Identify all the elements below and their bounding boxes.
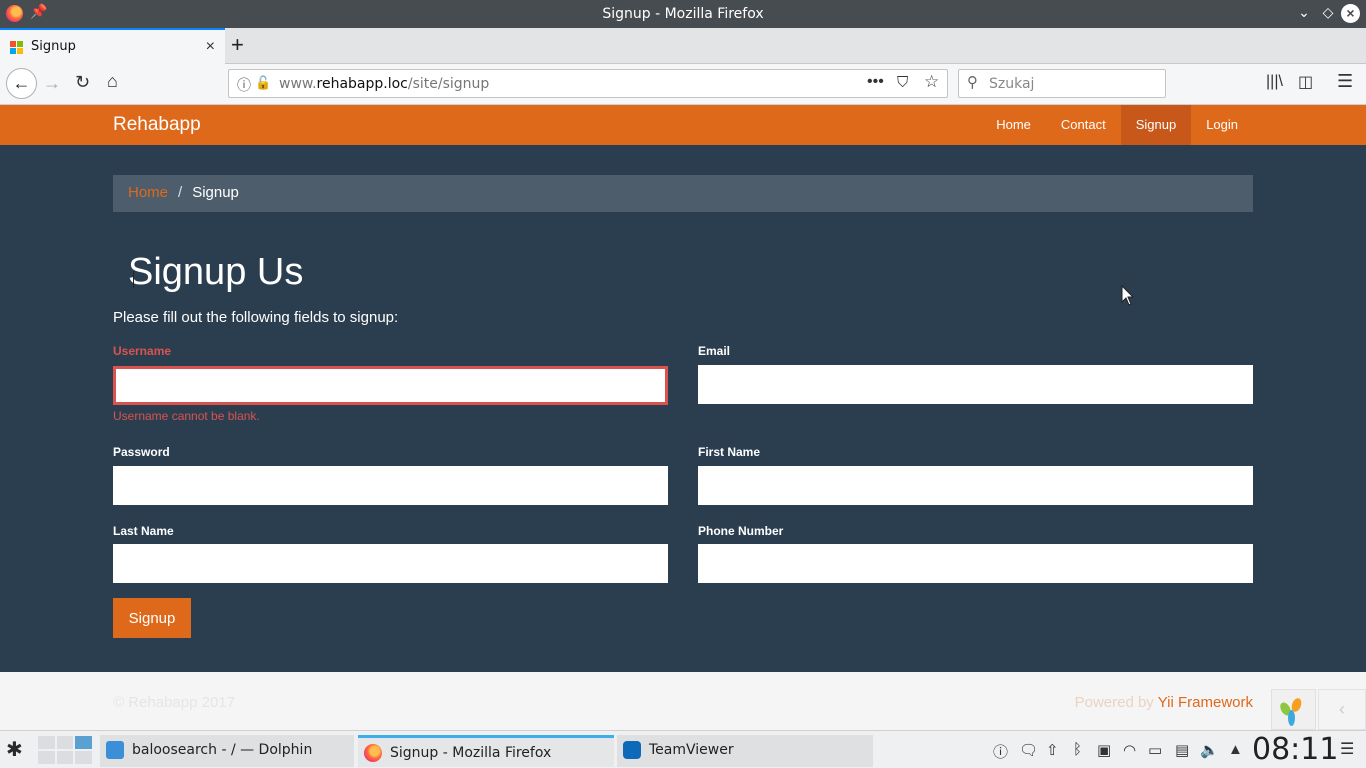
taskbar-clock[interactable]: 08:11	[1252, 732, 1338, 767]
tab-close-icon[interactable]: ×	[206, 38, 215, 56]
first-name-input[interactable]	[698, 466, 1253, 505]
breadcrumb-separator: /	[178, 184, 183, 201]
hamburger-menu-icon[interactable]: ☰	[1337, 71, 1353, 92]
forward-icon[interactable]: →	[43, 73, 61, 94]
url-text[interactable]: www.rehabapp.loc/site/signup	[279, 76, 489, 92]
signup-button[interactable]: Signup	[113, 598, 191, 638]
url-bar[interactable]: ⓘ 🔓 www.rehabapp.loc/site/signup ••• ⛉ ☆	[228, 69, 948, 98]
window-title: Signup - Mozilla Firefox	[602, 6, 764, 22]
nav-link-contact[interactable]: Contact	[1046, 105, 1121, 145]
username-error: Username cannot be blank.	[113, 409, 260, 423]
site-favicon-icon	[10, 41, 23, 54]
firefox-icon	[364, 744, 382, 762]
nav-link-home[interactable]: Home	[981, 105, 1046, 145]
footer-powered-by: Powered by Yii Framework	[1074, 694, 1253, 711]
form-instructions: Please fill out the following fields to …	[113, 309, 399, 326]
tray-battery-icon[interactable]: ▭	[1148, 741, 1162, 759]
username-input[interactable]	[113, 366, 668, 405]
search-input[interactable]	[989, 74, 1159, 94]
teamviewer-task-icon	[623, 741, 641, 759]
footer-copyright: © Rehabapp 2017	[113, 694, 235, 711]
task-dolphin[interactable]: baloosearch - / — Dolphin	[100, 735, 354, 767]
nav-link-login[interactable]: Login	[1191, 105, 1253, 145]
site-nav-links: Home Contact Signup Login	[981, 105, 1253, 145]
page-title: Signup Us	[128, 251, 304, 293]
page-content: Rehabapp Home Contact Signup Login Home /…	[0, 105, 1366, 768]
tab-signup[interactable]: Signup ×	[0, 28, 225, 64]
yii-debug-logo-icon[interactable]	[1271, 689, 1316, 730]
yii-framework-link[interactable]: Yii Framework	[1158, 694, 1253, 711]
tab-strip: Signup × +	[0, 28, 1366, 64]
tray-updates-icon[interactable]: ⇧	[1046, 741, 1059, 759]
mouse-pointer-icon	[1121, 285, 1135, 306]
last-name-label: Last Name	[113, 524, 174, 538]
breadcrumb: Home / Signup	[113, 175, 1253, 212]
email-input[interactable]	[698, 365, 1253, 404]
site-brand[interactable]: Rehabapp	[113, 114, 201, 136]
panel-menu-icon[interactable]: ☰	[1340, 739, 1354, 759]
breadcrumb-home-link[interactable]: Home	[128, 184, 168, 201]
tray-expand-icon[interactable]: ▲	[1228, 741, 1243, 758]
reload-icon[interactable]: ↻	[75, 72, 90, 93]
browser-toolbar: ← → ↻ ⌂ ⓘ 🔓 www.rehabapp.loc/site/signup…	[0, 64, 1366, 105]
username-label: Username	[113, 344, 172, 358]
tray-info-icon[interactable]: ⓘ	[993, 741, 1008, 762]
tab-label: Signup	[31, 39, 76, 54]
first-name-label: First Name	[698, 445, 761, 459]
last-name-input[interactable]	[113, 544, 668, 583]
page-actions-icon[interactable]: •••	[867, 73, 884, 91]
phone-number-label: Phone Number	[698, 524, 784, 538]
breadcrumb-current: Signup	[192, 184, 239, 201]
email-label: Email	[698, 344, 731, 358]
tray-volume-icon[interactable]: 🔈	[1200, 741, 1219, 759]
search-bar[interactable]: ⚲	[958, 69, 1166, 98]
taskbar: ✱ baloosearch - / — Dolphin Signup - Moz…	[0, 730, 1366, 768]
tray-clipboard-icon[interactable]: ▣	[1097, 741, 1111, 759]
tray-wifi-icon[interactable]: ◠	[1123, 741, 1136, 759]
password-label: Password	[113, 445, 170, 459]
minimize-icon[interactable]: ⌄	[1294, 4, 1314, 21]
phone-number-input[interactable]	[698, 544, 1253, 583]
library-icon[interactable]: |||\	[1266, 73, 1283, 91]
application-launcher-icon[interactable]: ✱	[6, 737, 23, 762]
bookmark-star-icon[interactable]: ☆	[924, 72, 939, 92]
back-button[interactable]: ←	[6, 68, 37, 99]
sidebar-icon[interactable]: ◫	[1298, 72, 1313, 92]
nav-link-signup[interactable]: Signup	[1120, 105, 1192, 145]
window-titlebar: 📌 Signup - Mozilla Firefox ⌄ ◇ ×	[0, 0, 1366, 28]
home-icon[interactable]: ⌂	[107, 71, 118, 92]
site-navbar: Rehabapp Home Contact Signup Login	[0, 105, 1366, 145]
maximize-icon[interactable]: ◇	[1318, 4, 1338, 21]
folder-icon	[106, 741, 124, 759]
close-window-icon[interactable]: ×	[1341, 4, 1360, 23]
virtual-desktop-pager[interactable]	[38, 736, 92, 764]
tray-storage-icon[interactable]: ▤	[1175, 741, 1189, 759]
insecure-lock-icon[interactable]: 🔓	[255, 75, 271, 91]
text-cursor	[133, 271, 134, 288]
site-footer: © Rehabapp 2017 Powered by Yii Framework…	[0, 672, 1366, 730]
info-icon[interactable]: ⓘ	[237, 75, 251, 95]
search-icon: ⚲	[967, 74, 978, 91]
task-firefox[interactable]: Signup - Mozilla Firefox	[358, 735, 614, 767]
task-teamviewer[interactable]: TeamViewer	[617, 735, 873, 767]
password-input[interactable]	[113, 466, 668, 505]
new-tab-icon[interactable]: +	[231, 32, 244, 58]
tray-bluetooth-icon[interactable]: ᛒ	[1073, 741, 1082, 758]
pocket-icon[interactable]: ⛉	[897, 74, 908, 91]
tray-notifications-icon[interactable]: 🗨	[1019, 741, 1038, 759]
debug-toolbar-toggle-icon[interactable]: ‹	[1318, 689, 1366, 730]
